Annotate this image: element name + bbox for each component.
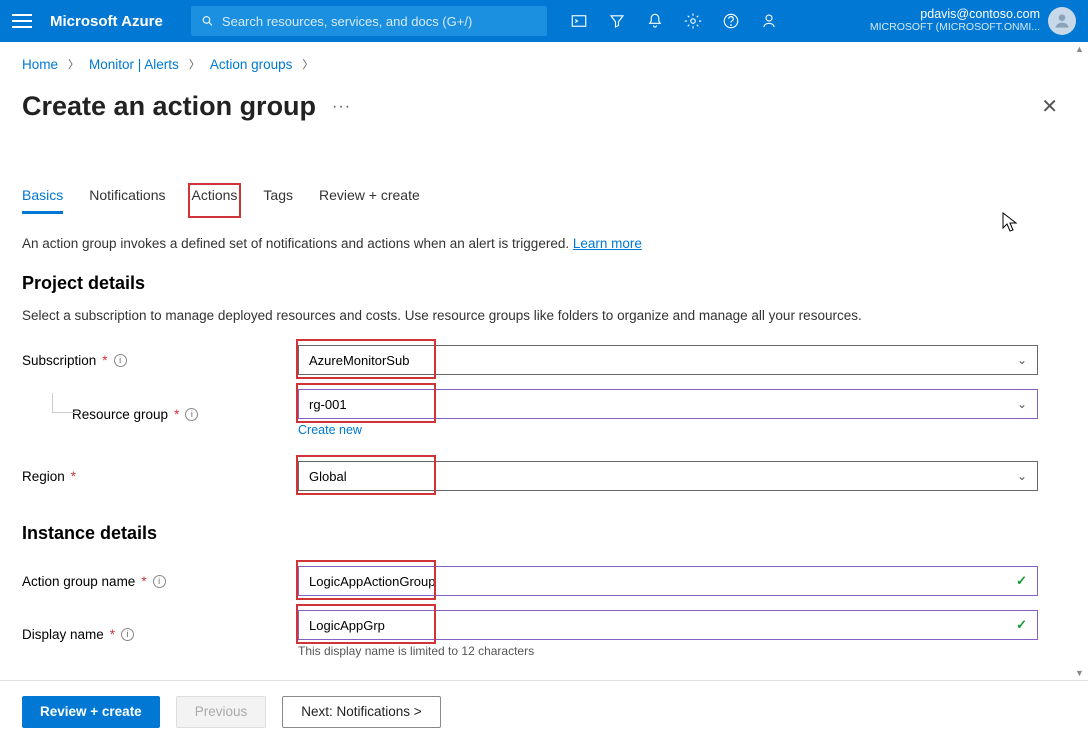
project-details-heading: Project details — [22, 273, 1066, 294]
chevron-down-icon: ⌄ — [1017, 469, 1027, 483]
subscription-label: Subscription — [22, 353, 96, 368]
scrollbar[interactable]: ▲ ▼ — [1072, 42, 1086, 680]
required-icon: * — [174, 407, 179, 422]
search-input[interactable] — [222, 14, 537, 29]
resource-group-dropdown[interactable]: rg-001 ⌄ — [298, 389, 1038, 419]
previous-button: Previous — [176, 696, 267, 728]
row-region: Region * Global ⌄ — [22, 459, 1066, 493]
info-icon[interactable]: i — [153, 575, 166, 588]
tab-actions[interactable]: Actions — [192, 187, 238, 214]
region-label: Region — [22, 469, 65, 484]
region-value: Global — [309, 469, 347, 484]
required-icon: * — [71, 469, 76, 484]
description-text: An action group invokes a defined set of… — [22, 236, 573, 251]
subscription-dropdown[interactable]: AzureMonitorSub ⌄ — [298, 345, 1038, 375]
description: An action group invokes a defined set of… — [22, 236, 1066, 251]
display-name-hint: This display name is limited to 12 chara… — [298, 644, 1066, 658]
page-title: Create an action group — [22, 91, 316, 122]
resource-group-label: Resource group — [72, 407, 168, 422]
tab-review-create[interactable]: Review + create — [319, 187, 420, 214]
notifications-icon[interactable] — [639, 5, 671, 37]
breadcrumb-sep: 〉 — [189, 56, 200, 72]
breadcrumb: Home 〉 Monitor | Alerts 〉 Action groups … — [22, 56, 1066, 72]
resource-group-value: rg-001 — [309, 397, 347, 412]
required-icon: * — [110, 627, 115, 642]
region-dropdown[interactable]: Global ⌄ — [298, 461, 1038, 491]
action-group-name-field[interactable]: LogicAppActionGroup ✓ — [298, 566, 1038, 596]
review-create-button[interactable]: Review + create — [22, 696, 160, 728]
brand-label[interactable]: Microsoft Azure — [50, 13, 163, 30]
chevron-down-icon: ⌄ — [1017, 353, 1027, 367]
content-area: Home 〉 Monitor | Alerts 〉 Action groups … — [0, 42, 1088, 680]
row-subscription: Subscription * i AzureMonitorSub ⌄ — [22, 343, 1066, 377]
feedback-icon[interactable] — [753, 5, 785, 37]
scroll-down-icon[interactable]: ▼ — [1075, 668, 1084, 678]
tab-notifications[interactable]: Notifications — [89, 187, 165, 214]
help-icon[interactable] — [715, 5, 747, 37]
close-icon[interactable]: ✕ — [1033, 90, 1066, 123]
display-name-value: LogicAppGrp — [309, 618, 385, 633]
tab-tags[interactable]: Tags — [263, 187, 293, 214]
valid-check-icon: ✓ — [1016, 573, 1027, 589]
avatar[interactable] — [1048, 7, 1076, 35]
user-org: MICROSOFT (MICROSOFT.ONMI... — [870, 22, 1040, 34]
action-group-name-label: Action group name — [22, 574, 135, 589]
cloud-shell-icon[interactable] — [563, 5, 595, 37]
breadcrumb-action-groups[interactable]: Action groups — [210, 57, 293, 72]
topbar: Microsoft Azure pdavis@contoso.com MICRO… — [0, 0, 1088, 42]
bottom-bar: Review + create Previous Next: Notificat… — [0, 680, 1088, 742]
valid-check-icon: ✓ — [1016, 617, 1027, 633]
instance-details-heading: Instance details — [22, 523, 1066, 544]
user-email: pdavis@contoso.com — [870, 8, 1040, 22]
chevron-down-icon: ⌄ — [1017, 397, 1027, 411]
tab-basics[interactable]: Basics — [22, 187, 63, 214]
row-resource-group: Resource group * i rg-001 ⌄ Create new — [22, 389, 1066, 439]
row-action-group-name: Action group name * i LogicAppActionGrou… — [22, 564, 1066, 598]
subscription-value: AzureMonitorSub — [309, 353, 409, 368]
more-actions-icon[interactable]: ··· — [332, 98, 351, 116]
action-group-name-value: LogicAppActionGroup — [309, 574, 435, 589]
tabstrip: Basics Notifications Actions Tags Review… — [22, 187, 1066, 214]
settings-icon[interactable] — [677, 5, 709, 37]
breadcrumb-monitor-alerts[interactable]: Monitor | Alerts — [89, 57, 179, 72]
hamburger-menu-icon[interactable] — [12, 14, 32, 28]
display-name-label: Display name — [22, 627, 104, 642]
info-icon[interactable]: i — [185, 408, 198, 421]
breadcrumb-sep: 〉 — [302, 56, 313, 72]
search-icon — [201, 14, 214, 28]
breadcrumb-home[interactable]: Home — [22, 57, 58, 72]
learn-more-link[interactable]: Learn more — [573, 236, 642, 251]
search-box[interactable] — [191, 6, 547, 36]
info-icon[interactable]: i — [114, 354, 127, 367]
info-icon[interactable]: i — [121, 628, 134, 641]
breadcrumb-sep: 〉 — [68, 56, 79, 72]
create-new-link[interactable]: Create new — [298, 423, 362, 437]
required-icon: * — [141, 574, 146, 589]
project-details-sub: Select a subscription to manage deployed… — [22, 308, 1066, 323]
scroll-up-icon[interactable]: ▲ — [1075, 44, 1084, 54]
required-icon: * — [102, 353, 107, 368]
next-button[interactable]: Next: Notifications > — [282, 696, 440, 728]
display-name-field[interactable]: LogicAppGrp ✓ — [298, 610, 1038, 640]
directory-filter-icon[interactable] — [601, 5, 633, 37]
row-display-name: Display name * i LogicAppGrp ✓ This disp… — [22, 610, 1066, 658]
user-block[interactable]: pdavis@contoso.com MICROSOFT (MICROSOFT.… — [870, 8, 1040, 33]
